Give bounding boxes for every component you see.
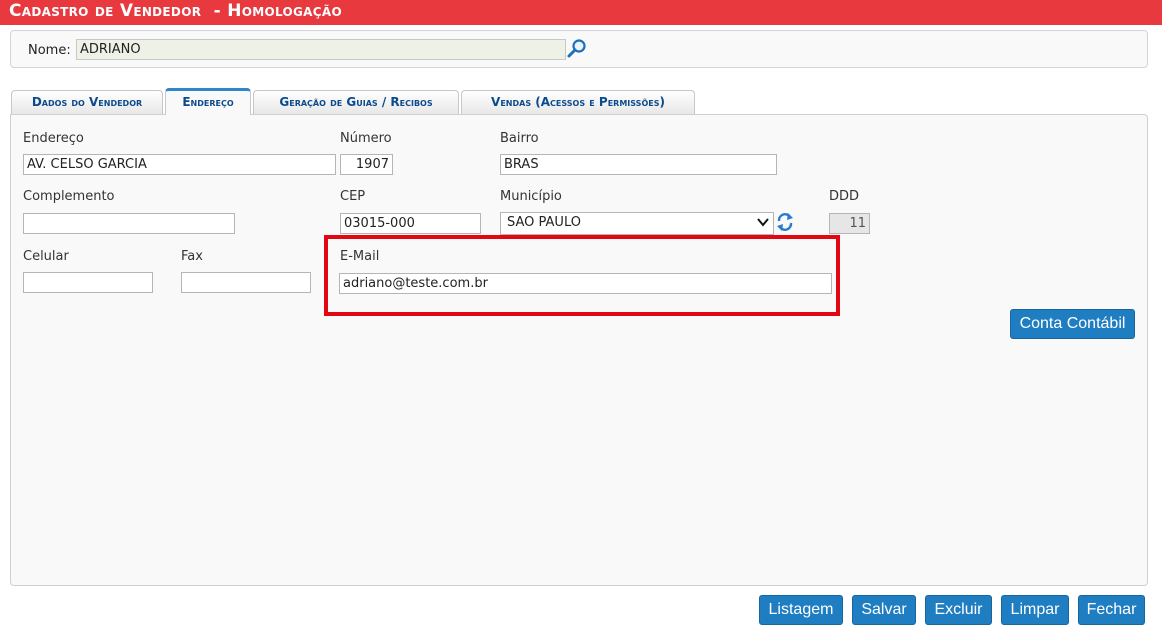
- bairro-input[interactable]: BRAS: [500, 154, 777, 175]
- tab-endereco[interactable]: Endereço: [165, 88, 251, 115]
- listagem-button[interactable]: Listagem: [759, 595, 843, 625]
- complemento-input[interactable]: [23, 213, 235, 234]
- email-label: E-Mail: [340, 249, 380, 264]
- municipio-selected-value: SAO PAULO: [507, 215, 581, 230]
- nome-label: Nome:: [28, 43, 71, 58]
- endereco-label: Endereço: [23, 131, 84, 146]
- cep-label: CEP: [340, 189, 366, 204]
- chevron-down-icon: [757, 218, 769, 227]
- complemento-label: Complemento: [23, 189, 115, 204]
- search-icon[interactable]: [566, 38, 588, 60]
- fechar-button[interactable]: Fechar: [1078, 595, 1145, 625]
- title-bar: Cadastro de Vendedor - Homologação: [0, 0, 1162, 25]
- fax-label: Fax: [181, 249, 203, 264]
- celular-input[interactable]: [23, 272, 153, 293]
- page-title: Cadastro de Vendedor - Homologação: [9, 1, 342, 21]
- limpar-button[interactable]: Limpar: [1001, 595, 1069, 625]
- refresh-icon[interactable]: [776, 212, 794, 232]
- ddd-label: DDD: [829, 189, 860, 204]
- fax-input[interactable]: [181, 272, 311, 293]
- excluir-button[interactable]: Excluir: [925, 595, 992, 625]
- municipio-label: Município: [500, 189, 562, 204]
- name-search-bar: Nome: ADRIANO: [10, 30, 1148, 68]
- nome-input[interactable]: ADRIANO: [76, 39, 566, 60]
- municipio-select[interactable]: SAO PAULO: [500, 212, 774, 235]
- bairro-label: Bairro: [500, 131, 539, 146]
- celular-label: Celular: [23, 249, 69, 264]
- endereco-input[interactable]: AV. CELSO GARCIA: [23, 154, 336, 175]
- numero-label: Número: [340, 131, 392, 146]
- conta-contabil-button[interactable]: Conta Contábil: [1010, 309, 1135, 339]
- ddd-input: 11: [829, 213, 870, 234]
- tab-geracao-de-guias[interactable]: Geração de Guias / Recibos: [253, 90, 459, 114]
- endereco-panel: [10, 114, 1148, 586]
- tab-dados-do-vendedor[interactable]: Dados do Vendedor: [11, 90, 163, 114]
- email-input[interactable]: adriano@teste.com.br: [339, 273, 832, 294]
- cep-input[interactable]: 03015-000: [340, 213, 481, 234]
- numero-input[interactable]: 1907: [340, 154, 393, 175]
- salvar-button[interactable]: Salvar: [852, 595, 916, 625]
- tab-vendas[interactable]: Vendas (Acessos e Permissões): [461, 90, 695, 114]
